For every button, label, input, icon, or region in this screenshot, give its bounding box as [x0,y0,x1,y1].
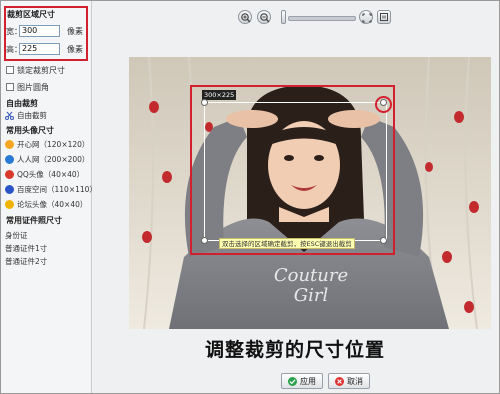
height-input[interactable] [19,43,60,55]
avatar-item-renren[interactable]: 人人网（200×200） [5,154,89,165]
check-icon [288,376,297,386]
zoom-in-icon [241,13,251,23]
renren-icon [5,155,14,164]
avatar-item-label: 开心网（120×120） [17,140,90,149]
avatar-item-baidu[interactable]: 百度空间（110×110） [5,184,97,195]
id-item-idcard[interactable]: 身份证 [5,230,28,241]
crop-handle-top-left[interactable] [201,99,208,106]
avatar-item-label: 百度空间（110×110） [17,185,97,194]
crop-handle-bottom-left[interactable] [201,237,208,244]
avatar-sizes-title: 常用头像尺寸 [6,126,54,135]
avatar-item-label: QQ头像（40×40） [17,170,85,179]
actual-size-icon [380,13,388,21]
crop-selection-highlight [190,85,395,255]
kaixin-icon [5,140,14,149]
zoom-toolbar [92,1,499,39]
zoom-out-button[interactable] [257,10,271,24]
cancel-button[interactable]: 取消 [328,373,370,389]
avatar-item-kaixin[interactable]: 开心网（120×120） [5,139,89,150]
crop-handle-bottom-right[interactable] [380,237,387,244]
cancel-label: 取消 [347,376,363,386]
baidu-paw-icon [5,185,14,194]
apply-label: 应用 [300,376,316,386]
crop-hint: 双击选择的区域确定截剪，按ESC键退出截剪 [219,238,355,249]
apply-button[interactable]: 应用 [281,373,323,389]
forum-hand-icon [5,200,14,209]
actual-size-button[interactable] [377,10,391,24]
crop-size-tag: 300×225 [202,90,237,100]
round-corner-checkbox[interactable] [6,83,14,91]
id-sizes-title: 常用证件照尺寸 [6,216,62,225]
zoom-slider-track[interactable] [288,16,356,21]
fit-button[interactable] [359,10,373,24]
qq-icon [5,170,14,179]
free-crop-label: 自由截剪 [17,111,47,120]
crop-tool-window: 裁剪区域尺寸 宽： 像素 高： 像素 锁定裁剪尺寸 图片圆角 自由裁剪 自由截剪… [0,0,500,394]
avatar-item-label: 人人网（200×200） [17,155,90,164]
id-item-1inch[interactable]: 普通证件1寸 [5,243,47,254]
caption: 调整裁剪的尺寸位置 [205,339,386,361]
avatar-item-label: 论坛头像（40×40） [17,200,88,209]
resize-handle-highlight [375,96,392,113]
scissors-icon [5,111,14,120]
lock-size-label: 锁定裁剪尺寸 [17,66,65,75]
zoom-in-button[interactable] [238,10,252,24]
zoom-slider-thumb[interactable] [281,10,286,24]
round-corner-label: 图片圆角 [17,83,49,92]
width-unit: 像素 [67,27,83,36]
crop-size-title: 裁剪区域尺寸 [7,10,55,19]
id-item-2inch[interactable]: 普通证件2寸 [5,256,47,267]
svg-text:Girl: Girl [294,285,329,306]
avatar-item-forum[interactable]: 论坛头像（40×40） [5,199,87,210]
fit-icon [362,13,372,23]
sidebar: 裁剪区域尺寸 宽： 像素 高： 像素 锁定裁剪尺寸 图片圆角 自由裁剪 自由截剪… [1,1,97,393]
lock-size-checkbox[interactable] [6,66,14,74]
avatar-item-qq[interactable]: QQ头像（40×40） [5,169,84,180]
free-crop-item[interactable]: 自由截剪 [5,110,47,121]
free-crop-title: 自由裁剪 [6,99,38,108]
height-unit: 像素 [67,45,83,54]
zoom-out-icon [260,13,270,23]
width-input[interactable] [19,25,60,37]
cancel-icon [335,376,344,386]
svg-text:Couture: Couture [274,265,348,286]
